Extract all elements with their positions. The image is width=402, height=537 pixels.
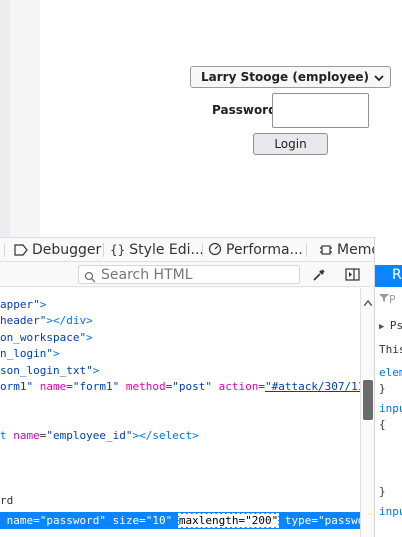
page-content: Larry Stooge (employee) Password Login: [0, 0, 402, 237]
tab-separator: [4, 243, 5, 257]
selected-markup-line[interactable]: name="password" size="10" maxlength="200…: [0, 512, 360, 529]
filter-icon: [379, 293, 389, 306]
markup-line-select[interactable]: t name="employee_id"></select>: [0, 428, 199, 444]
inspector-toolbar: [0, 262, 370, 287]
scrollbar-thumb[interactable]: [363, 380, 373, 420]
tab-style-editor-label: Style Edi...: [129, 242, 204, 258]
chevron-down-icon: [374, 72, 384, 86]
tab-debugger-label: Debugger: [32, 242, 102, 258]
markup-view[interactable]: apper"> header"></div> on_workspace"> n_…: [0, 288, 360, 537]
markup-line-form[interactable]: orm1" name="form1" method="post" action=…: [0, 379, 360, 395]
debugger-icon: [14, 242, 32, 258]
tab-performance[interactable]: Performa...: [208, 242, 303, 258]
tab-performance-label: Performa...: [226, 242, 303, 258]
browser-window: Larry Stooge (employee) Password Login D…: [0, 0, 402, 537]
tab-style-editor[interactable]: {} Style Edi...: [110, 242, 204, 258]
employee-select[interactable]: Larry Stooge (employee): [190, 66, 391, 88]
markup-line[interactable]: apper">: [0, 297, 46, 313]
rules-line: }: [379, 485, 386, 498]
eyedropper-icon[interactable]: [312, 267, 326, 286]
page-gutter: [0, 0, 10, 237]
pseudo-classes-toggle[interactable]: ▶ Ps: [379, 319, 402, 332]
password-label: Password: [212, 103, 277, 117]
memory-icon: [319, 242, 337, 258]
rules-line: inpu: [379, 505, 402, 518]
style-editor-icon: {}: [110, 243, 126, 257]
tab-debugger[interactable]: Debugger: [14, 242, 101, 258]
search-icon: [84, 268, 96, 287]
rules-line: This: [379, 343, 402, 356]
tab-separator: [306, 243, 307, 257]
devtools-tab-bar: Debugger {} Style Edi... Performa... Memo…: [0, 237, 402, 262]
rules-sidebar: R P ▶ Ps This elem } inpu { } inpu: [374, 237, 402, 537]
tab-separator: [103, 243, 104, 257]
markup-line[interactable]: header"></div>: [0, 313, 93, 329]
scroll-up-arrow-icon[interactable]: [363, 291, 373, 310]
rules-filter[interactable]: P: [379, 293, 396, 306]
search-html-box[interactable]: [78, 265, 300, 284]
markup-line[interactable]: rd: [0, 493, 13, 509]
highlighted-attribute[interactable]: maxlength="200": [177, 513, 280, 528]
rules-line: }: [379, 382, 386, 395]
search-html-input[interactable]: [101, 266, 296, 283]
markup-line[interactable]: on_workspace">: [0, 330, 93, 346]
toggle-sidebar-icon[interactable]: [345, 267, 361, 286]
performance-icon: [208, 242, 226, 258]
rules-line: {: [379, 418, 386, 431]
password-field[interactable]: [272, 93, 369, 128]
employee-select-value: Larry Stooge (employee): [201, 70, 370, 84]
rules-line: inpu: [379, 402, 402, 415]
markup-line[interactable]: son_login_txt">: [0, 363, 99, 379]
login-button[interactable]: Login: [253, 133, 328, 155]
devtools-panel: Debugger {} Style Edi... Performa... Memo…: [0, 237, 402, 537]
rules-line: elem: [379, 366, 402, 379]
rules-tab[interactable]: R: [375, 265, 402, 287]
markup-line[interactable]: n_login">: [0, 346, 60, 362]
tab-separator: [202, 243, 203, 257]
page-side-strip: [10, 0, 40, 237]
markup-scrollbar[interactable]: [360, 288, 374, 537]
